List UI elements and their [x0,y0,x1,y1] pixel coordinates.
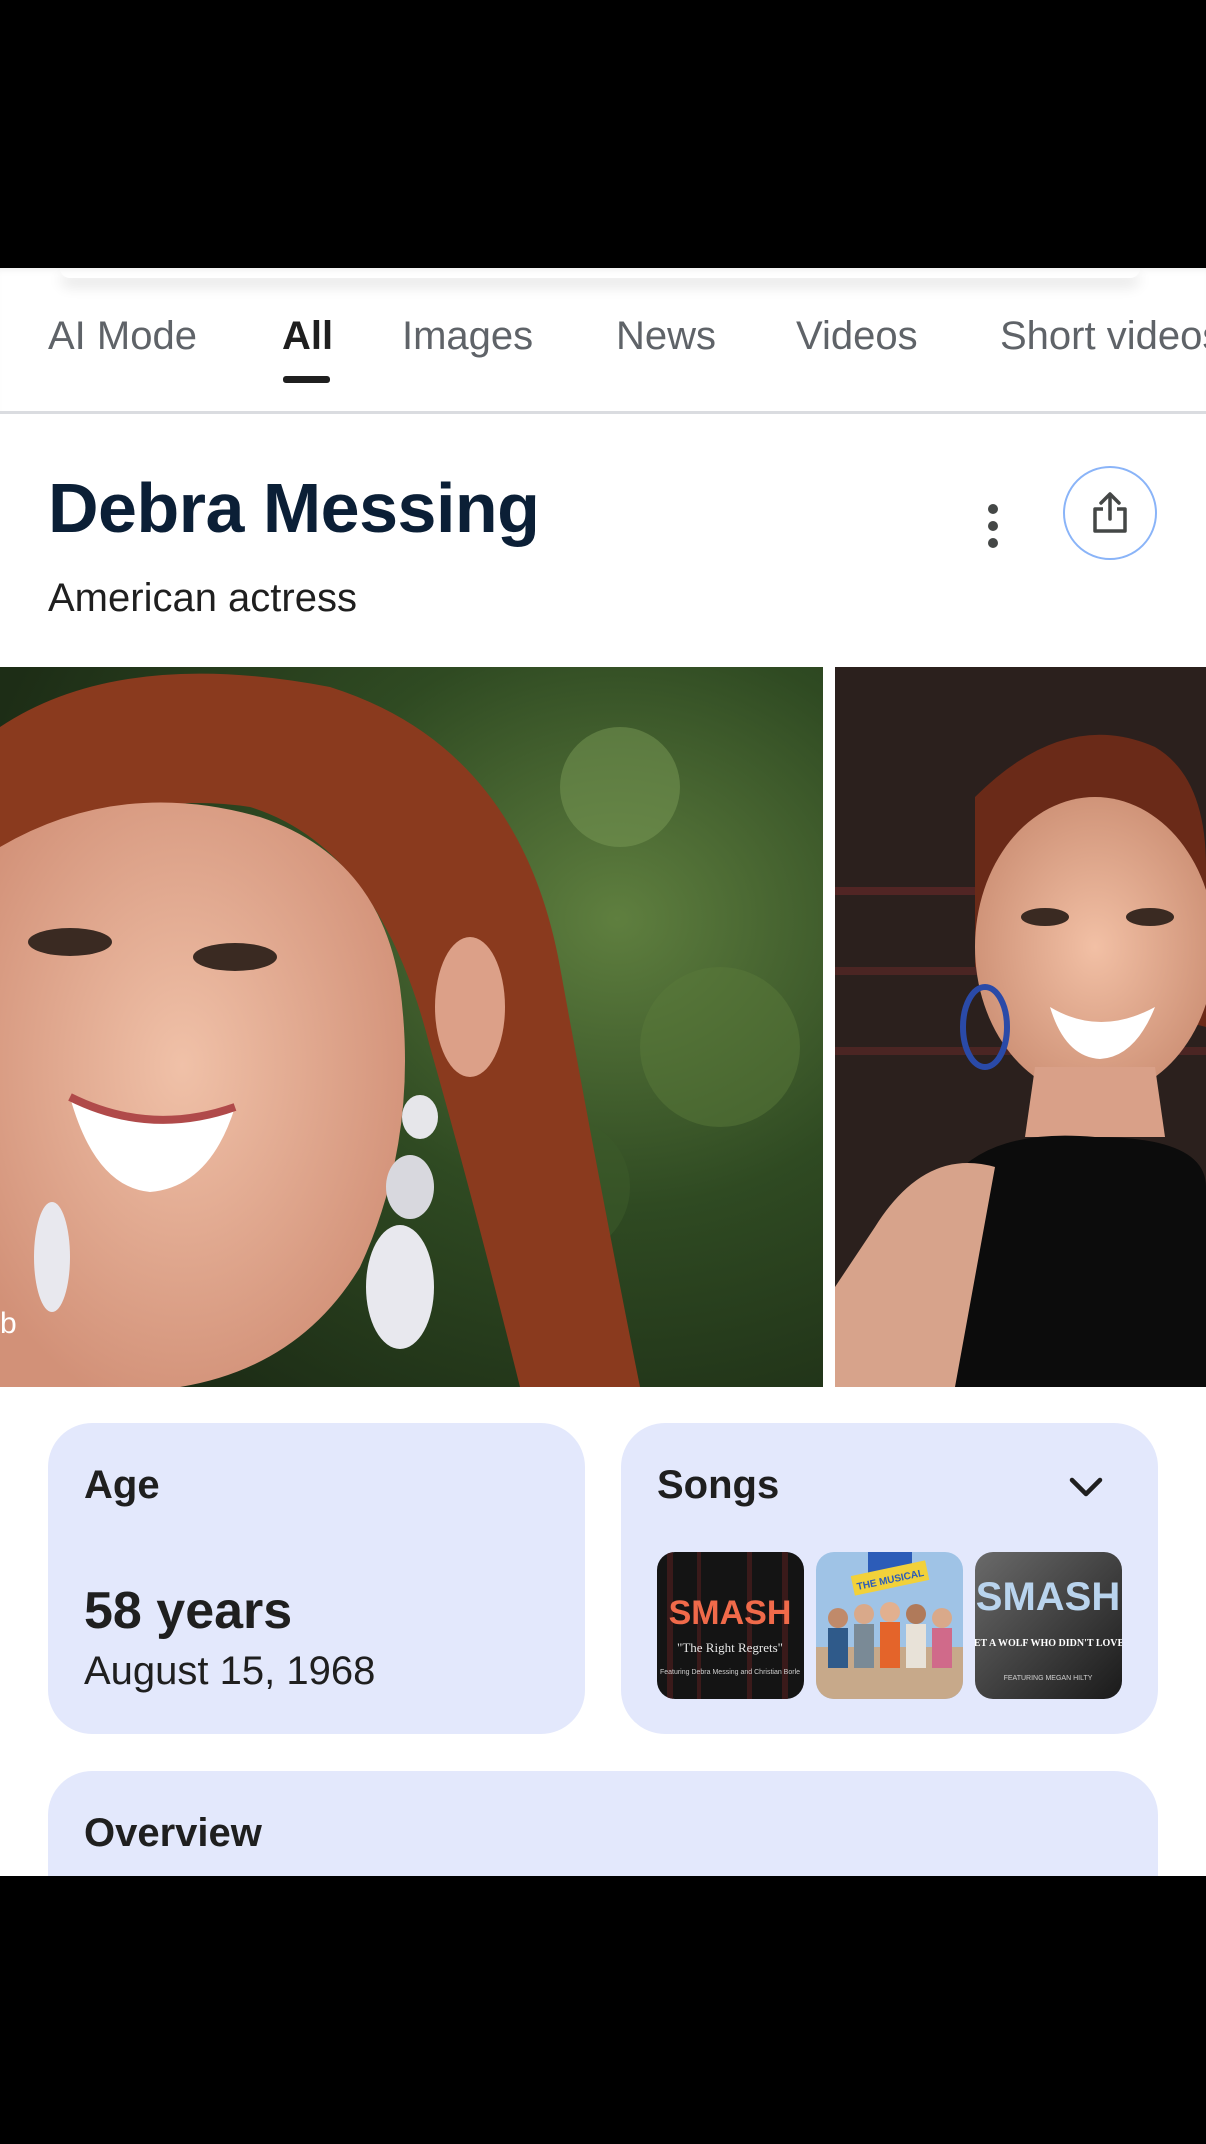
album-art: SMASH "I NEVER MET A WOLF WHO DIDN'T LOV… [975,1552,1122,1699]
tab-ai-mode[interactable]: AI Mode [48,314,197,359]
more-vert-icon [988,504,998,514]
share-icon [1093,492,1127,533]
portrait-image-2 [835,667,1206,1387]
svg-text:"I NEVER MET A WOLF WHO DIDN'T: "I NEVER MET A WOLF WHO DIDN'T LOVE TO H… [975,1638,1122,1649]
songs-label: Songs [657,1463,780,1507]
portrait-image [0,667,823,1387]
status-bar-area [0,0,1206,268]
song-thumbnail-2[interactable]: THE MUSICAL [816,1552,963,1699]
songs-card[interactable]: Songs SMASH "The Right Regrets" Featurin… [621,1423,1158,1734]
svg-text:FEATURING MEGAN HILTY: FEATURING MEGAN HILTY [1004,1675,1093,1682]
svg-text:"The Right Regrets": "The Right Regrets" [677,1640,783,1655]
tab-short-videos[interactable]: Short videos [1000,314,1206,359]
album-art: SMASH "The Right Regrets" Featuring Debr… [657,1552,804,1699]
age-label: Age [84,1463,160,1507]
more-options-button[interactable] [970,493,1016,559]
search-bar-shadow [60,268,1140,278]
photo-credit: b [0,1307,17,1340]
tab-videos[interactable]: Videos [796,314,918,359]
album-art: THE MUSICAL [816,1552,963,1699]
overview-label: Overview [84,1811,262,1855]
age-card[interactable]: Age 58 years August 15, 1968 [48,1423,585,1734]
tab-images[interactable]: Images [402,314,533,359]
share-button[interactable] [1063,466,1157,560]
entity-photo-2[interactable] [835,667,1206,1387]
tab-news[interactable]: News [616,314,716,359]
overview-card[interactable]: Overview [48,1771,1158,1876]
age-value: 58 years [84,1582,293,1640]
svg-text:SMASH: SMASH [976,1575,1120,1619]
svg-text:Featuring Debra Messing and Ch: Featuring Debra Messing and Christian Bo… [660,1669,800,1676]
active-tab-indicator [283,376,330,383]
entity-photo-1[interactable]: b [0,667,823,1387]
tab-all[interactable]: All [282,314,333,359]
chevron-down-icon[interactable] [1062,1463,1110,1511]
svg-text:SMASH: SMASH [669,1594,792,1632]
search-results-viewport: AI Mode All Images News Videos Short vid… [0,268,1206,1876]
entity-subtitle: American actress [48,576,357,620]
song-thumbnail-1[interactable]: SMASH "The Right Regrets" Featuring Debr… [657,1552,804,1699]
entity-title: Debra Messing [48,469,540,547]
birth-date: August 15, 1968 [84,1649,376,1693]
song-thumbnail-3[interactable]: SMASH "I NEVER MET A WOLF WHO DIDN'T LOV… [975,1552,1122,1699]
navigation-bar-area [0,1876,1206,2144]
search-tabs-bar: AI Mode All Images News Videos Short vid… [0,268,1206,414]
